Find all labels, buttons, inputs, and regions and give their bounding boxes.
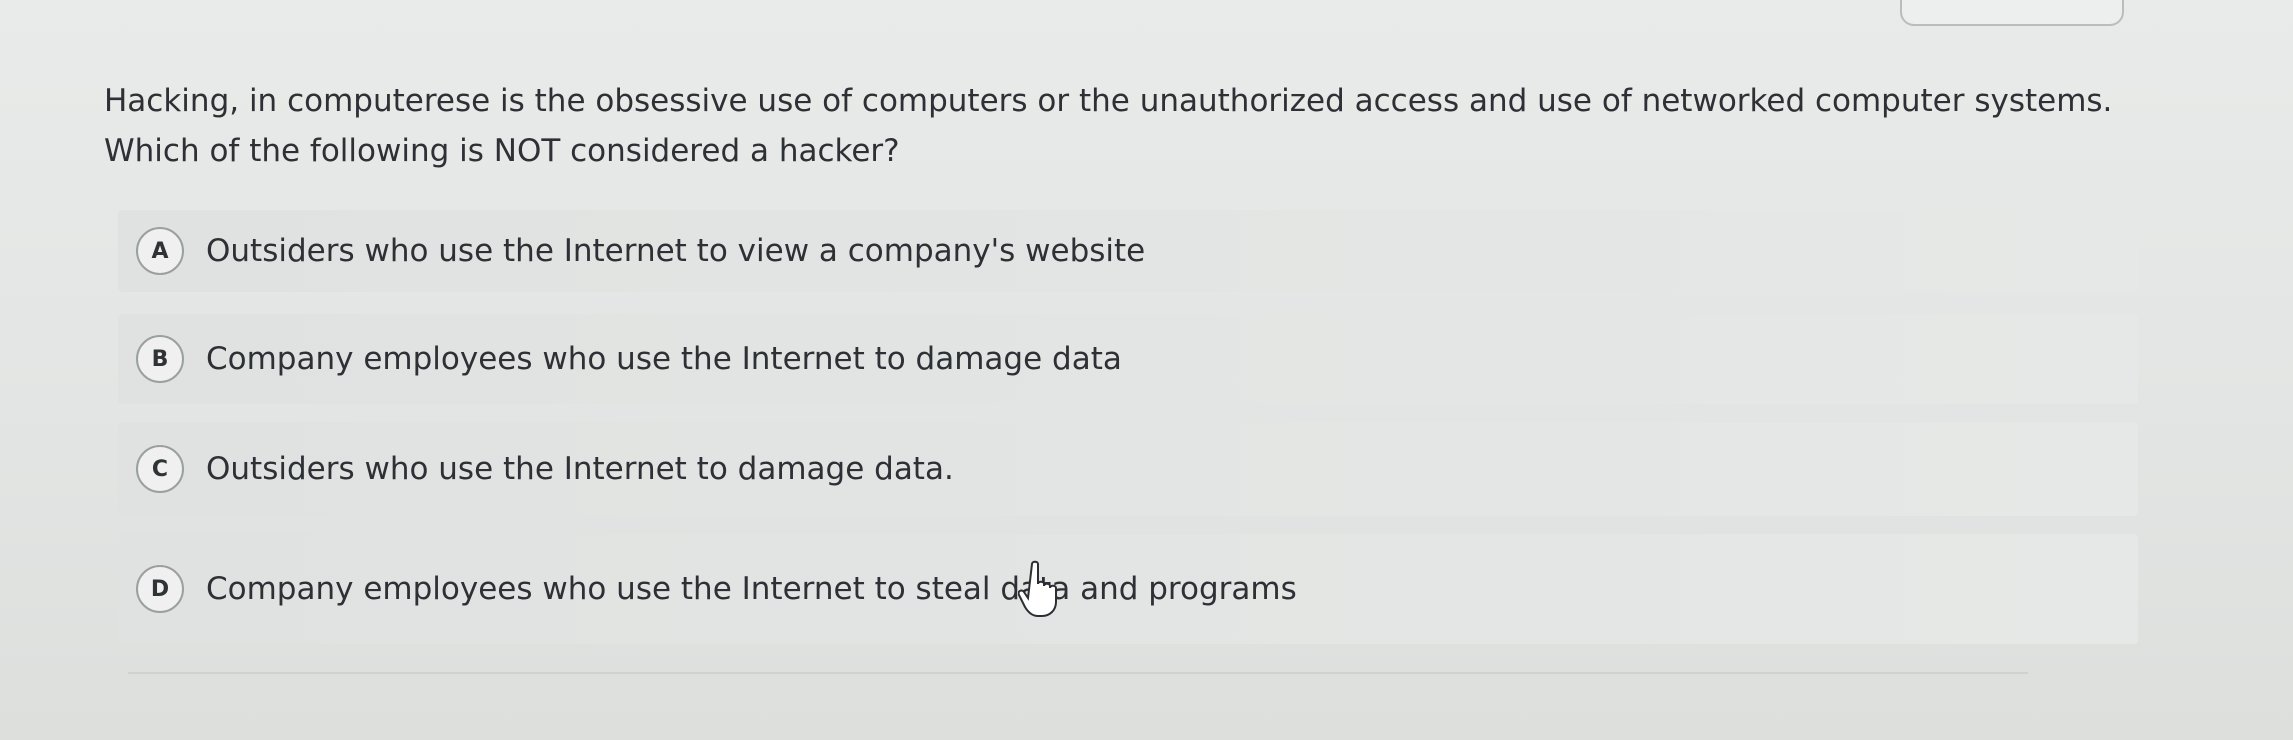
question-line-2: Which of the following is NOT considered…: [104, 133, 900, 169]
answer-options: A Outsiders who use the Internet to view…: [118, 210, 2138, 654]
option-a[interactable]: A Outsiders who use the Internet to view…: [118, 210, 2138, 292]
option-label-d: Company employees who use the Internet t…: [206, 571, 1297, 607]
top-action-button[interactable]: [1900, 0, 2124, 26]
question-line-1: Hacking, in computerese is the obsessive…: [104, 83, 2113, 119]
option-letter-d: D: [136, 565, 184, 613]
option-letter-c: C: [136, 445, 184, 493]
hand-pointer-icon: [1017, 560, 1060, 618]
option-letter-a: A: [136, 227, 184, 275]
option-b[interactable]: B Company employees who use the Internet…: [118, 314, 2138, 404]
option-label-a: Outsiders who use the Internet to view a…: [206, 233, 1146, 269]
divider: [128, 672, 2028, 674]
option-label-b: Company employees who use the Internet t…: [206, 341, 1122, 377]
question-text: Hacking, in computerese is the obsessive…: [104, 76, 2154, 176]
option-c[interactable]: C Outsiders who use the Internet to dama…: [118, 422, 2138, 516]
option-d[interactable]: D Company employees who use the Internet…: [118, 534, 2138, 644]
option-label-c: Outsiders who use the Internet to damage…: [206, 451, 954, 487]
option-letter-b: B: [136, 335, 184, 383]
